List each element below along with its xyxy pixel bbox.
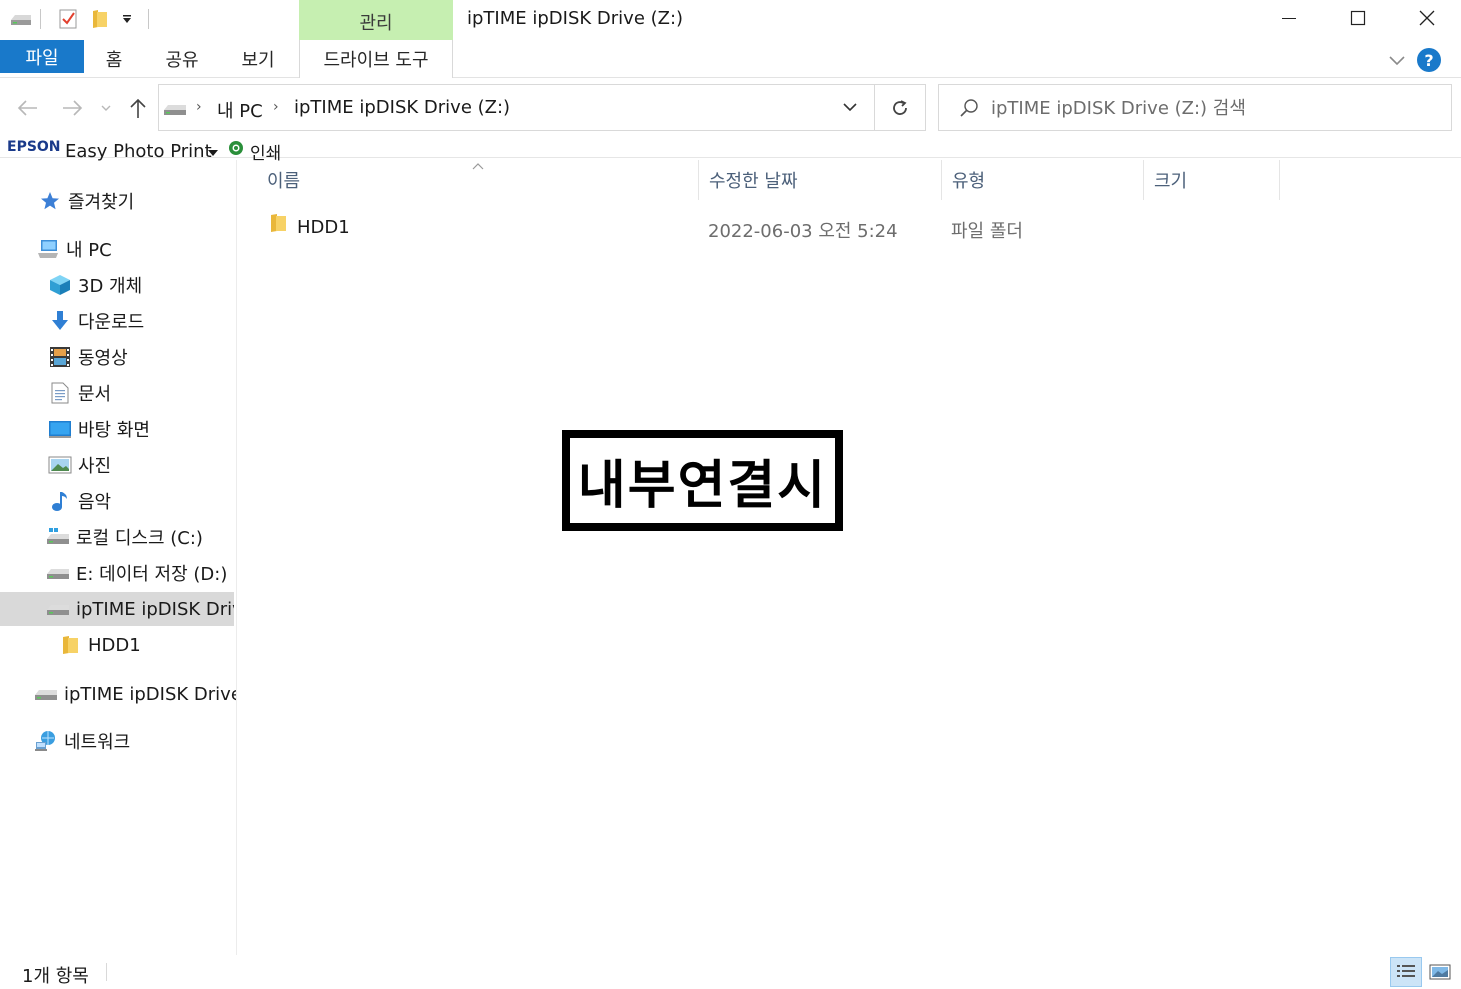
drive-icon[interactable] [10,8,32,30]
epson-toolbar: EPSON Easy Photo Print 인쇄 [0,136,1461,164]
windows-drive-icon [46,526,70,548]
back-button[interactable] [14,94,42,122]
large-icons-view-icon [1429,964,1451,980]
epson-logo: EPSON [7,139,61,155]
minimize-button[interactable] [1254,0,1324,36]
breadcrumb-separator-icon: › [273,99,279,115]
recent-locations-chevron-icon[interactable] [96,94,116,122]
column-header-type[interactable]: 유형 [942,160,1144,200]
address-history-chevron-icon[interactable] [842,99,858,120]
file-list-pane: 이름 수정한 날짜 유형 크기 HDD1 2022-06-03 오전 5:24 … [238,160,1461,955]
details-view-button[interactable] [1390,957,1422,987]
help-icon[interactable]: ? [1417,48,1441,72]
folder-icon [58,634,82,656]
file-name: HDD1 [297,217,350,238]
tab-file[interactable]: 파일 [0,40,84,73]
properties-icon[interactable] [57,8,79,30]
nav-item-desktop[interactable]: 바탕 화면 [0,412,236,446]
desktop-icon [48,418,72,440]
network-drive-icon [34,683,58,705]
tab-share[interactable]: 공유 [156,40,208,78]
drive-icon [46,562,70,584]
window-title: ipTIME ipDISK Drive (Z:) [467,8,684,29]
nav-item-documents[interactable]: 문서 [0,376,236,410]
table-row[interactable]: HDD1 2022-06-03 오전 5:24 파일 폴더 [257,204,1280,244]
nav-item-videos[interactable]: 동영상 [0,340,236,374]
navigation-pane: 즐겨찾기 내 PC 3D 개체 다운로드 동영상 문서 바탕 화면 사진 음악 … [0,160,237,955]
nav-item-iptime-drive-z[interactable]: ipTIME ipDISK Drive (Z:) [0,592,234,626]
nav-item-music[interactable]: 음악 [0,484,236,518]
breadcrumb-current-drive[interactable]: ipTIME ipDISK Drive (Z:) [294,97,510,118]
nav-item-hdd1[interactable]: HDD1 [0,628,236,662]
tab-home[interactable]: 홈 [92,40,136,78]
address-row: › 내 PC › ipTIME ipDISK Drive (Z:) [0,84,1461,132]
new-folder-icon[interactable] [89,8,111,30]
ribbon-tab-bar: 파일 홈 공유 보기 드라이브 도구 ? [0,40,1461,78]
large-icons-view-button[interactable] [1424,957,1456,987]
nav-item-data-drive-d[interactable]: E: 데이터 저장 (D:) [0,556,236,590]
nav-item-downloads[interactable]: 다운로드 [0,304,236,338]
refresh-button[interactable] [875,84,926,131]
print-icon [228,140,244,161]
computer-icon [36,238,60,260]
details-view-icon [1397,965,1415,977]
nav-item-this-pc[interactable]: 내 PC [0,232,236,266]
column-header-modified[interactable]: 수정한 날짜 [699,160,942,200]
picture-icon [48,454,72,476]
status-bar: 1개 항목 [0,955,1461,989]
qat-separator [148,9,149,29]
column-header-name[interactable]: 이름 [257,160,699,200]
address-drive-icon [163,101,187,122]
cube-3d-icon [48,274,72,296]
music-note-icon [48,490,72,512]
easy-photo-print-button[interactable]: Easy Photo Print [65,141,212,162]
expand-ribbon-icon[interactable] [1387,50,1407,70]
address-bar[interactable]: › 내 PC › ipTIME ipDISK Drive (Z:) [158,84,875,131]
column-header-size[interactable]: 크기 [1144,160,1280,200]
forward-button[interactable] [58,94,86,122]
nav-item-local-disk-c[interactable]: 로컬 디스크 (C:) [0,520,236,554]
document-icon [48,382,72,404]
overlay-caption: 내부연결시 [562,430,843,531]
file-type: 파일 폴더 [951,221,1023,242]
search-icon [959,98,979,123]
tab-drive-tools[interactable]: 드라이브 도구 [299,40,453,78]
search-box [938,84,1452,131]
ribbon-controls: ? [1381,40,1461,78]
nav-item-network[interactable]: 네트워크 [0,724,236,758]
context-tab-group-label: 관리 [299,0,453,40]
search-input[interactable] [991,95,1431,121]
item-count: 1개 항목 [22,966,89,987]
folder-icon [269,212,287,239]
close-button[interactable] [1392,0,1461,36]
breadcrumb-this-pc[interactable]: 내 PC [217,97,263,123]
download-icon [48,310,72,332]
status-separator [106,963,107,981]
refresh-icon [893,99,907,115]
nav-item-pictures[interactable]: 사진 [0,448,236,482]
customize-qat-icon[interactable] [116,8,138,30]
nav-item-3d-objects[interactable]: 3D 개체 [0,268,236,302]
breadcrumb-separator-icon: › [196,99,202,115]
network-icon [34,730,58,752]
nav-item-iptime-drive-root[interactable]: ipTIME ipDISK Drive (Z:) [0,677,236,711]
title-bar: 관리 ipTIME ipDISK Drive (Z:) [0,0,1461,40]
film-icon [48,346,72,368]
maximize-button[interactable] [1323,0,1393,36]
tab-view[interactable]: 보기 [232,40,284,78]
file-modified: 2022-06-03 오전 5:24 [708,221,898,242]
up-button[interactable] [124,94,152,122]
nav-item-favorites[interactable]: 즐겨찾기 [0,184,236,218]
star-icon [38,190,62,212]
qat-separator [40,9,41,29]
network-drive-icon [46,598,70,620]
